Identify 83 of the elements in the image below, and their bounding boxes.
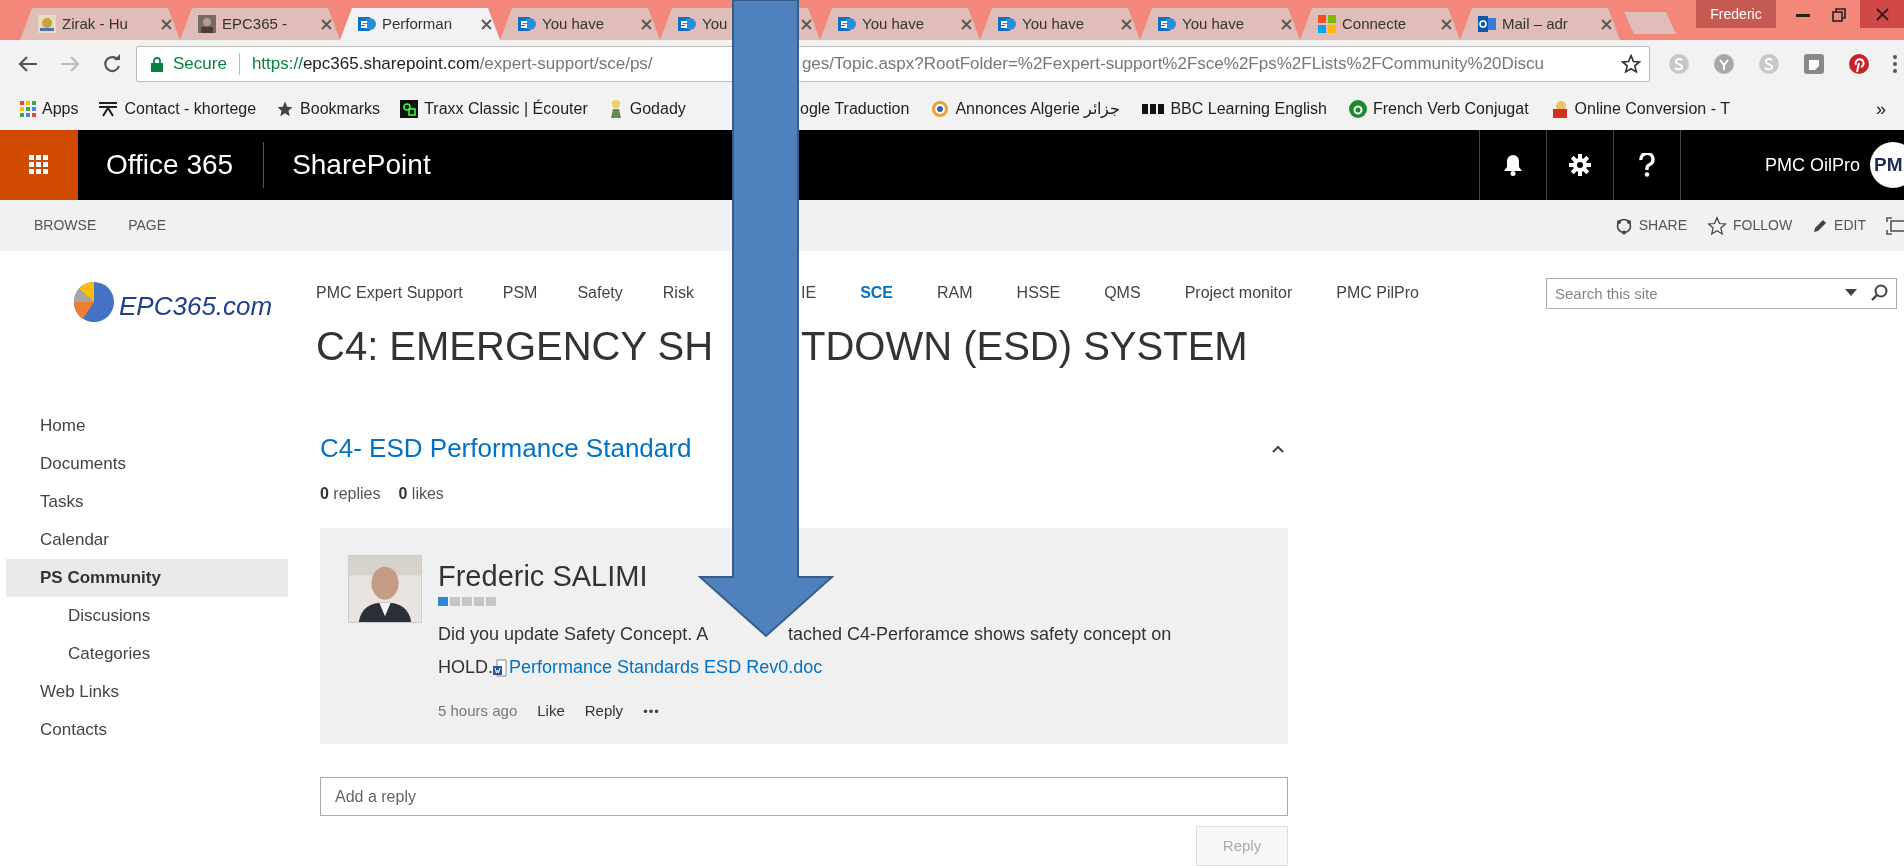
- like-count: 0 likes: [398, 484, 444, 504]
- reply-field[interactable]: Add a reply: [320, 777, 1288, 816]
- post-action-link[interactable]: Reply: [584, 700, 624, 723]
- ribbon-tab[interactable]: PAGE: [128, 215, 167, 236]
- site-nav-link[interactable]: Project monitor: [1184, 281, 1293, 305]
- bookmark-link[interactable]: French Verb Conjugat: [1348, 97, 1529, 121]
- browser-tab[interactable]: Performan: [340, 8, 500, 40]
- quick-launch-link[interactable]: Calendar: [6, 521, 288, 559]
- site-nav-link[interactable]: QMS: [1104, 281, 1141, 305]
- quick-launch-link[interactable]: Tasks: [6, 483, 288, 521]
- more-options-button[interactable]: •••: [643, 701, 660, 721]
- bookmark-link[interactable]: BBC Learning English: [1142, 97, 1327, 121]
- site-nav-link[interactable]: PSM: [502, 281, 538, 305]
- browser-tab[interactable]: Connecte: [1300, 8, 1460, 40]
- quick-launch-link[interactable]: PS Community: [6, 559, 288, 597]
- url-text: ges/Topic.aspx?RootFolder=%2Fexpert-support%2Fsce%2Fps%2FLists%2FCommunity%20Discu: [801, 53, 1545, 76]
- bookmark-link[interactable]: Contact - khortege: [98, 97, 257, 121]
- site-nav-link[interactable]: PMC Expert Support: [316, 281, 463, 305]
- site-nav-link[interactable]: SCE: [860, 281, 894, 305]
- tab-title: Connecte: [1342, 13, 1408, 34]
- reply-count: 0 replies: [320, 484, 381, 504]
- tab-title: You have: [542, 13, 605, 34]
- bookmark-link[interactable]: Online Conversion - T: [1550, 97, 1730, 121]
- quick-launch-link[interactable]: Web Links: [6, 673, 288, 711]
- tab-title: You: [702, 13, 729, 34]
- quick-launch-link[interactable]: Categories: [6, 635, 288, 673]
- more-bookmarks-button[interactable]: »: [1876, 95, 1886, 123]
- user-avatar[interactable]: PM: [1870, 142, 1904, 188]
- site-nav-link[interactable]: Safety: [577, 281, 623, 305]
- attachment-link[interactable]: Performance Standards ESD Rev0.doc: [509, 651, 823, 684]
- browser-tab[interactable]: You have: [500, 8, 660, 40]
- site-nav-link[interactable]: PMC PilPro: [1336, 281, 1419, 305]
- browser-tab[interactable]: You have: [980, 8, 1140, 40]
- ribbon-action[interactable]: FOLLOW: [1707, 215, 1793, 236]
- post-message: tached C4-Perforamce shows safety concept on: [788, 623, 1172, 646]
- browser-tab[interactable]: You have: [1140, 8, 1300, 40]
- url-text: /expert-support/sce/ps/: [479, 53, 653, 76]
- user-name[interactable]: PMC OilPro: [1765, 151, 1860, 179]
- browser-tab[interactable]: EPC365 -: [180, 8, 340, 40]
- site-nav-link[interactable]: Risk: [662, 281, 694, 305]
- search-field[interactable]: Search this site: [1546, 277, 1897, 309]
- app-name[interactable]: SharePoint: [292, 144, 431, 186]
- author-name[interactable]: Frederic SALIMI: [438, 559, 648, 593]
- page-title: C4: EMERGENCY SH: [316, 323, 715, 370]
- site-nav-link[interactable]: RAM: [937, 281, 973, 305]
- bookmark-link[interactable]: Godady: [607, 97, 686, 121]
- browser-tab[interactable]: Mail – adr: [1460, 8, 1620, 40]
- page-title: TDOWN (ESD) SYSTEM: [801, 323, 1248, 370]
- post-message: Did you update Safety Concept. A: [438, 623, 710, 646]
- bookmark-link[interactable]: Annonces Algerie جزائر: [931, 97, 1121, 121]
- profile-badge[interactable]: Frederic: [1696, 0, 1776, 28]
- post-message: HOLD.: [438, 656, 493, 679]
- ribbon-tab[interactable]: BROWSE: [34, 215, 97, 236]
- bookmark-link[interactable]: ogle Traduction: [800, 97, 910, 121]
- tab-title: Performan: [382, 13, 454, 34]
- quick-launch-link[interactable]: Discusions: [6, 597, 288, 635]
- discussion-subject[interactable]: C4- ESD Performance Standard: [320, 429, 692, 468]
- bookmark-link[interactable]: Bookmarks: [276, 97, 381, 121]
- quick-launch-link[interactable]: Home: [6, 407, 288, 445]
- ribbon-action[interactable]: EDIT: [1812, 215, 1866, 236]
- site-nav-link[interactable]: IE: [801, 281, 817, 305]
- tab-title: You have: [1182, 13, 1245, 34]
- tab-title: Mail – adr: [1502, 13, 1569, 34]
- bookmark-link[interactable]: Traxx Classic | Écouter: [400, 97, 588, 121]
- url-text: epc365.sharepoint.com: [302, 53, 480, 76]
- quick-launch-link[interactable]: Contacts: [6, 711, 288, 749]
- address-bar[interactable]: Secure https://epc365.sharepoint.com/expert-support/sce/ps/ ges/Topic.aspx?RootFolder=%2Fexpert-support%2Fsce%2Fps%2FLists%2FCommunity%20Discu: [136, 46, 1650, 82]
- tab-title: Zirak - Hu: [62, 13, 129, 34]
- secure-label: Secure: [173, 53, 227, 76]
- site-nav-link[interactable]: HSSE: [1016, 281, 1061, 305]
- url-text: https://: [251, 53, 303, 76]
- browser-tab[interactable]: You have: [820, 8, 980, 40]
- suite-brand[interactable]: Office 365: [106, 144, 234, 186]
- post-action-link[interactable]: Like: [537, 700, 565, 723]
- ribbon-action[interactable]: SHARE: [1614, 215, 1687, 236]
- post-time: 5 hours ago: [438, 701, 518, 721]
- site-logo-text[interactable]: EPC365.com: [119, 287, 273, 326]
- tab-title: EPC365 -: [222, 13, 289, 34]
- tab-title: You have: [1022, 13, 1085, 34]
- bookmark-link[interactable]: Apps: [20, 97, 79, 121]
- tab-title: You have: [862, 13, 925, 34]
- quick-launch-link[interactable]: Documents: [6, 445, 288, 483]
- browser-tab[interactable]: Zirak - Hu: [20, 8, 180, 40]
